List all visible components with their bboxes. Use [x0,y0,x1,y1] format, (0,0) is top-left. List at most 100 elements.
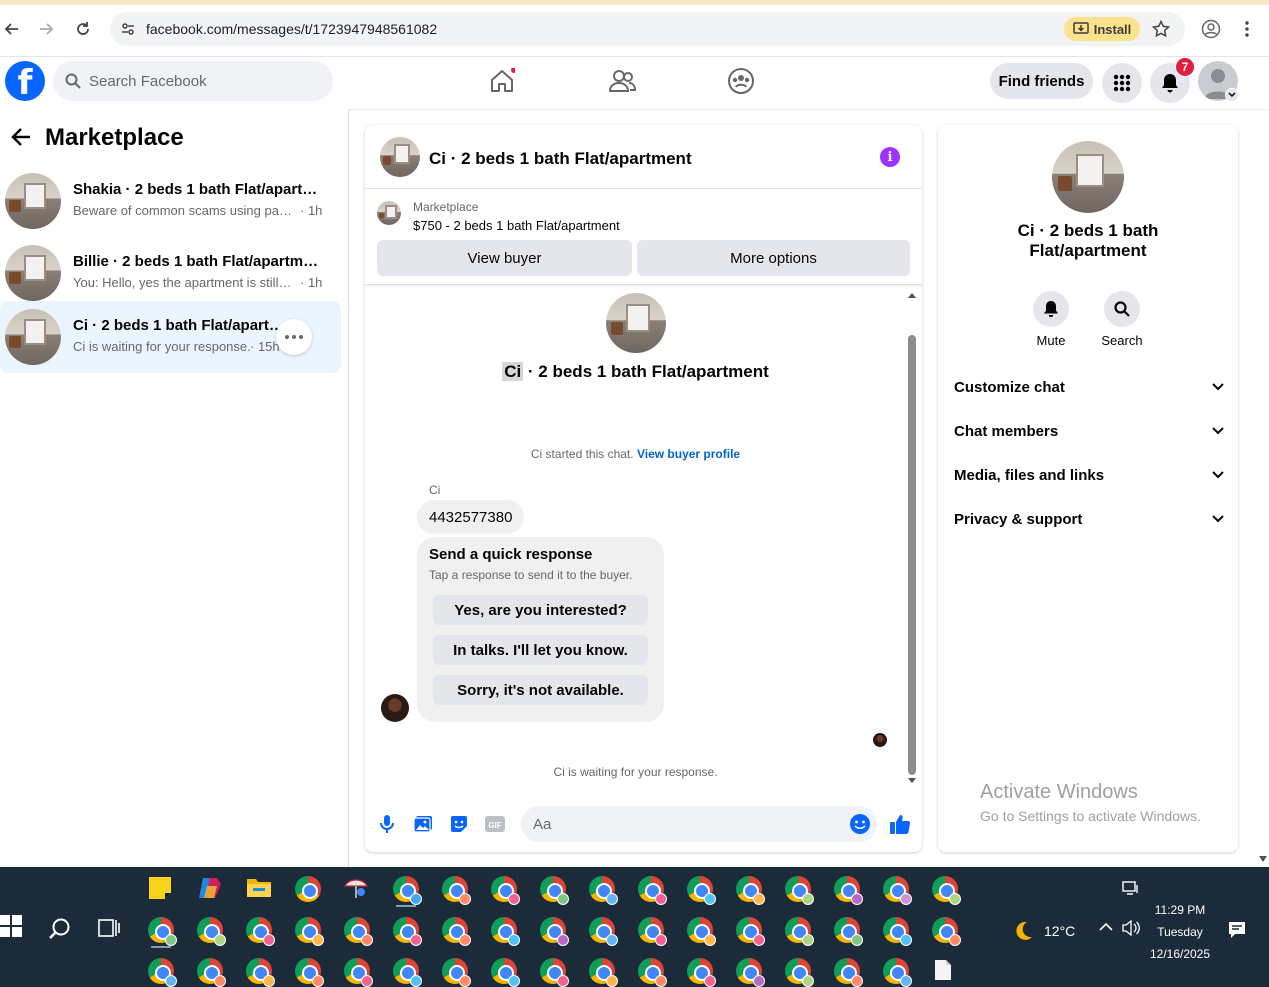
forward-arrow-icon[interactable] [34,17,58,41]
chrome-icon[interactable] [295,876,323,904]
account-chevron-icon[interactable] [1225,88,1239,102]
chrome-profile-icon[interactable] [932,917,961,946]
find-friends-button[interactable]: Find friends [990,63,1093,99]
chrome-profile-icon[interactable] [736,917,765,946]
file-explorer-icon[interactable] [246,876,274,904]
chrome-profile-icon[interactable] [687,958,716,987]
photo-icon[interactable] [410,811,436,837]
sticker-icon[interactable] [446,811,472,837]
chrome-profile-icon[interactable] [246,958,275,987]
chrome-profile-icon[interactable] [638,958,667,987]
chrome-profile-icon[interactable] [834,876,863,905]
chrome-profile-icon[interactable] [932,876,961,905]
chrome-profile-icon[interactable] [736,876,765,905]
quick-response-button[interactable]: In talks. I'll let you know. [433,635,648,665]
site-info-icon[interactable] [120,21,136,37]
chrome-profile-icon[interactable] [295,917,324,946]
chrome-profile-icon[interactable] [834,917,863,946]
quick-response-button[interactable]: Yes, are you interested? [433,595,648,625]
search-facebook-input[interactable]: Search Facebook [53,61,333,101]
chrome-profile-icon[interactable] [785,917,814,946]
document-icon[interactable] [934,959,962,987]
info-icon[interactable]: i [880,147,900,167]
task-view-icon[interactable] [98,918,126,946]
chrome-profile-icon[interactable] [295,958,324,987]
notification-center-icon[interactable] [1228,921,1246,939]
conversation-item[interactable]: Shakia · 2 beds 1 bath Flat/apartm... Be… [0,165,341,237]
message-input[interactable]: Aa [521,806,877,842]
chat-scrollbar-thumb[interactable] [908,335,916,775]
chrome-profile-icon[interactable] [148,917,177,946]
message-bubble[interactable]: 4432577380 [417,500,525,534]
chrome-profile-icon[interactable] [589,917,618,946]
chrome-profile-icon[interactable] [344,917,373,946]
chrome-profile-icon[interactable] [491,876,520,905]
install-app-button[interactable]: Install [1064,17,1140,41]
menu-grid-icon[interactable] [1102,63,1142,103]
privacy-support-section[interactable]: Privacy & support [954,499,1224,539]
home-icon[interactable] [486,65,518,97]
listing-description[interactable]: $750 - 2 beds 1 bath Flat/apartment [413,218,620,233]
chrome-profile-icon[interactable] [442,958,471,987]
chrome-profile-icon[interactable] [883,958,912,987]
chrome-profile-icon[interactable] [540,958,569,987]
chrome-profile-icon[interactable] [491,958,520,987]
chrome-profile-icon[interactable] [834,958,863,987]
thumbs-up-icon[interactable] [887,811,913,837]
chrome-profile-icon[interactable] [589,876,618,905]
facebook-logo[interactable]: f [5,61,45,101]
conversation-item[interactable]: Billie · 2 beds 1 bath Flat/apartment Yo… [0,237,341,309]
conversation-options-icon[interactable] [276,319,312,355]
search-in-chat-button[interactable]: Search [1092,291,1152,348]
chat-members-section[interactable]: Chat members [954,411,1224,451]
weather-widget[interactable]: 12°C [1012,920,1075,942]
microphone-icon[interactable] [374,811,400,837]
chrome-profile-icon[interactable] [197,958,226,987]
browser-menu-icon[interactable] [1235,17,1259,41]
more-options-button[interactable]: More options [637,240,910,276]
chrome-profile-icon[interactable] [687,917,716,946]
weather-app-icon[interactable] [343,876,371,904]
chrome-profile-icon[interactable] [442,917,471,946]
chrome-profile-icon[interactable] [540,917,569,946]
chrome-profile-icon[interactable] [148,958,177,987]
media-files-links-section[interactable]: Media, files and links [954,455,1224,495]
chat-title[interactable]: Ci · 2 beds 1 bath Flat/apartment [429,149,692,169]
copilot-icon[interactable] [197,876,225,904]
groups-icon[interactable] [725,65,757,97]
chrome-profile-icon[interactable] [883,917,912,946]
clock[interactable]: 11:29 PM Tuesday 12/16/2025 [1140,899,1220,965]
conversation-item-active[interactable]: Ci · 2 beds 1 bath Flat/apartment Ci is … [0,301,341,373]
buyer-avatar[interactable] [381,694,409,722]
bookmark-star-icon[interactable] [1149,17,1173,41]
back-arrow-icon[interactable] [0,17,24,41]
profile-icon[interactable] [1199,17,1223,41]
friends-icon[interactable] [606,65,638,97]
gif-icon[interactable]: GIF [482,811,508,837]
taskbar-search-icon[interactable] [48,917,76,945]
chrome-profile-icon[interactable] [687,876,716,905]
chrome-profile-icon[interactable] [589,958,618,987]
chrome-profile-icon[interactable] [638,876,667,905]
chrome-profile-icon[interactable] [393,917,422,946]
network-icon[interactable] [1122,881,1140,895]
url-text[interactable]: facebook.com/messages/t/1723947948561082 [146,21,437,37]
windows-start-icon[interactable] [0,915,24,939]
chrome-profile-icon[interactable] [540,876,569,905]
mute-button[interactable]: Mute [1021,291,1081,348]
emoji-icon[interactable] [849,813,871,835]
chrome-profile-icon[interactable] [785,876,814,905]
view-buyer-profile-link[interactable]: View buyer profile [637,447,740,461]
address-bar[interactable]: facebook.com/messages/t/1723947948561082 [110,12,1185,46]
customize-chat-section[interactable]: Customize chat [954,367,1224,407]
chrome-profile-icon[interactable] [246,917,275,946]
chrome-profile-icon[interactable] [442,876,471,905]
chrome-profile-icon[interactable] [883,876,912,905]
chrome-profile-icon[interactable] [197,917,226,946]
volume-icon[interactable] [1122,920,1140,936]
chrome-profile-icon[interactable] [393,876,422,905]
chrome-profile-icon[interactable] [638,917,667,946]
quick-response-button[interactable]: Sorry, it's not available. [433,675,648,705]
chrome-profile-icon[interactable] [393,958,422,987]
chrome-profile-icon[interactable] [491,917,520,946]
